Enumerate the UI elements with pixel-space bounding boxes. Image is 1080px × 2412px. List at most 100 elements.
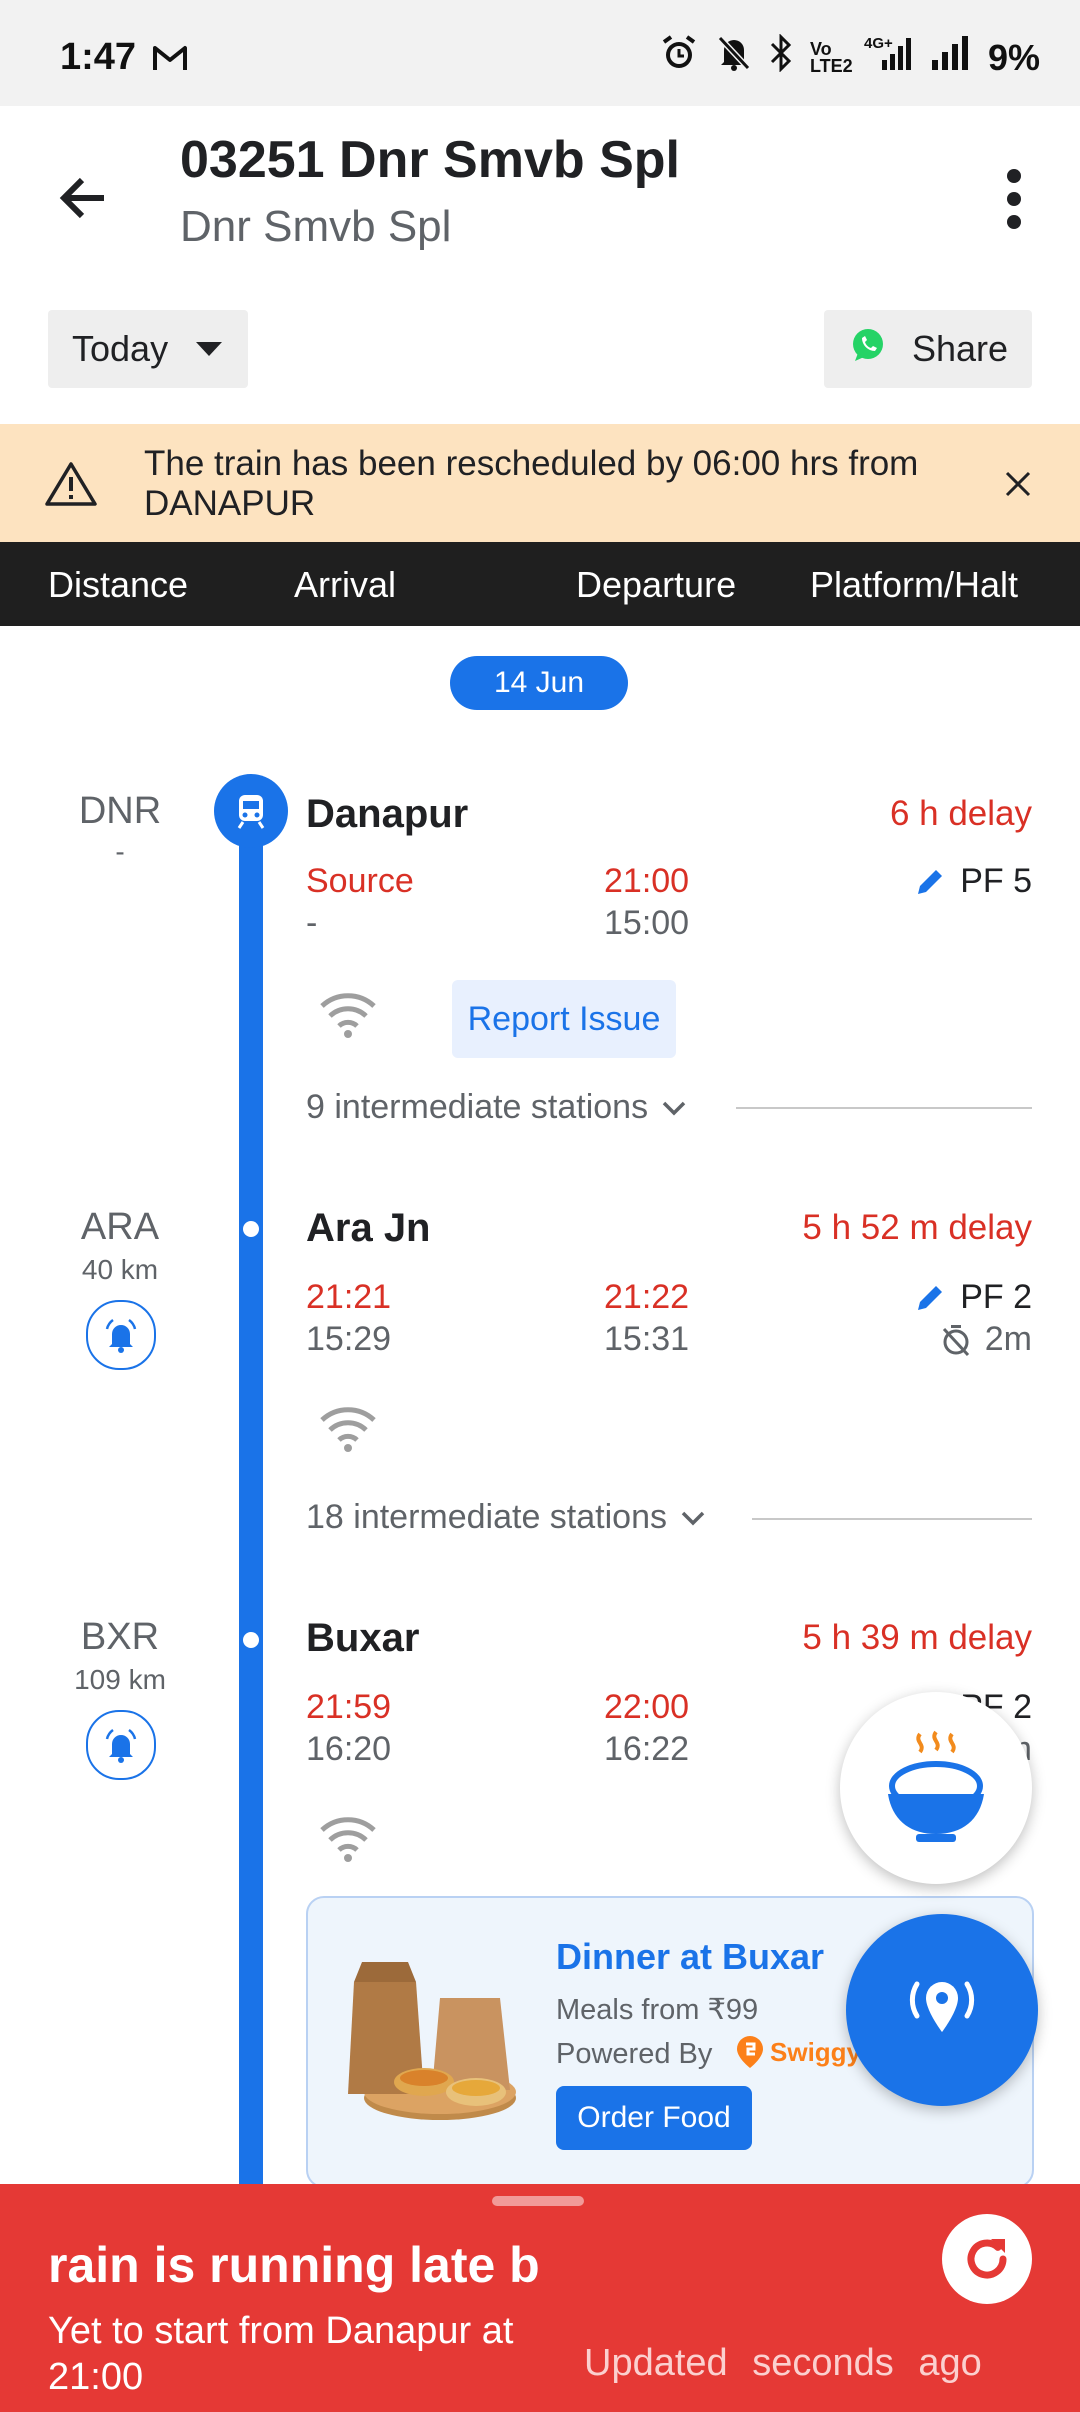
departure-scheduled: 15:31 (604, 1320, 690, 1358)
share-button[interactable]: Share (824, 310, 1032, 388)
bell-icon (105, 1318, 137, 1353)
departure-scheduled: 16:22 (604, 1730, 690, 1768)
report-issue-button[interactable]: Report Issue (452, 980, 676, 1058)
intermediate-label: 18 intermediate stations (306, 1498, 667, 1536)
gmail-icon (152, 44, 188, 77)
dropdown-arrow-icon (196, 342, 223, 356)
reschedule-alert: The train has been rescheduled by 06:00 … (0, 424, 1080, 542)
station-alert-bell[interactable] (86, 1300, 156, 1370)
station-name[interactable]: Danapur (306, 792, 468, 837)
clock: 1:47 (60, 36, 137, 78)
timer-off-icon (942, 1324, 969, 1356)
station-distance: 109 km (74, 1664, 166, 1695)
order-food-button[interactable]: Order Food (556, 2086, 752, 2150)
intermediate-stations-toggle[interactable]: 9 intermediate stations (306, 1088, 688, 1127)
powered-by-label: Powered By (556, 2038, 713, 2070)
halt-info: 2m (941, 1320, 1032, 1359)
delay-text: 5 h 39 m delay (802, 1618, 1032, 1657)
delay-text: 6 h delay (889, 794, 1032, 833)
intermediate-label: 9 intermediate stations (306, 1088, 649, 1126)
train-title: 03251 Dnr Smvb Spl (180, 131, 680, 189)
date-selector[interactable]: Today (48, 310, 248, 388)
platform-number: PF 2 (960, 1278, 1032, 1316)
close-icon[interactable] (1004, 470, 1032, 503)
chevron-down-icon (662, 1101, 686, 1115)
wifi-icon (318, 1404, 378, 1457)
battery-level: 9% (987, 36, 1040, 78)
departure-actual: 22:00 (604, 1688, 690, 1726)
station-name[interactable]: Buxar (306, 1616, 419, 1661)
whatsapp-icon (848, 325, 888, 374)
departure-actual: 21:00 (604, 862, 690, 900)
station-distance: - (115, 836, 125, 867)
app-bar: 03251 Dnr Smvb Spl Dnr Smvb Spl (0, 106, 1080, 306)
date-selector-label: Today (72, 328, 169, 369)
location-broadcast-icon (909, 1981, 975, 2032)
platform-info[interactable]: PF 2 (914, 1278, 1032, 1317)
status-detail: Yet to start from Danapur at 21:00 (48, 2310, 514, 2398)
meals-price: Meals from ₹99 (556, 1994, 759, 2026)
timeline-dot (243, 1221, 259, 1237)
station-code: BXR (80, 1616, 160, 1658)
arrival-actual: Source (306, 862, 414, 900)
food-fab[interactable] (840, 1692, 1032, 1884)
arrival-actual: 21:59 (306, 1688, 392, 1726)
station-name[interactable]: Ara Jn (306, 1206, 431, 1251)
platform-info[interactable]: PF 5 (914, 862, 1032, 901)
wifi-icon (318, 990, 378, 1043)
more-options-icon[interactable] (1000, 164, 1028, 239)
delay-text: 5 h 52 m delay (802, 1208, 1032, 1247)
swiggy-logo: Swiggy (734, 2034, 861, 2070)
signal-icon (930, 34, 970, 81)
refresh-button[interactable] (942, 2214, 1032, 2304)
refresh-icon (967, 2239, 1007, 2279)
platform-number: PF 5 (960, 862, 1032, 900)
train-subtitle: Dnr Smvb Spl (180, 202, 452, 251)
edit-pencil-icon (918, 869, 943, 894)
departure-actual: 21:22 (604, 1278, 690, 1316)
volte-icon: Vo LTE2 (809, 38, 853, 76)
swiggy-icon (737, 2036, 763, 2068)
share-label: Share (912, 328, 1009, 369)
status-bar: 1:47 Vo LTE2 4G+ 9% (0, 0, 1080, 106)
food-image (344, 1958, 520, 2133)
alert-message: The train has been rescheduled by 06:00 … (144, 444, 919, 523)
edit-pencil-icon (918, 1285, 943, 1310)
arrival-actual: 21:21 (306, 1278, 392, 1316)
arrival-scheduled: - (306, 904, 318, 942)
bell-off-icon (716, 34, 752, 81)
intermediate-stations-toggle[interactable]: 18 intermediate stations (306, 1498, 707, 1537)
warning-icon (44, 460, 98, 513)
bell-icon (105, 1728, 137, 1763)
bluetooth-icon (770, 33, 792, 81)
status-icons: Vo LTE2 4G+ 9% (660, 33, 1040, 81)
station-code: ARA (80, 1206, 160, 1248)
live-status-sheet[interactable]: rain is running late b Yet to start from… (0, 2184, 1080, 2412)
chevron-down-icon (681, 1511, 705, 1525)
arrival-scheduled: 16:20 (306, 1730, 392, 1768)
running-status-marquee: rain is running late b (48, 2237, 540, 2293)
swiggy-brand: Swiggy (770, 2036, 862, 2067)
back-arrow-icon[interactable] (54, 168, 114, 233)
date-pill: 14 Jun (450, 656, 628, 710)
drag-handle[interactable] (492, 2196, 584, 2206)
timeline-dot (243, 1632, 259, 1648)
timeline-track (239, 812, 263, 2192)
departure-scheduled: 15:00 (604, 904, 690, 942)
food-card-title: Dinner at Buxar (556, 1936, 825, 1977)
column-distance: Distance (48, 564, 189, 605)
train-source-icon (214, 774, 288, 848)
station-distance: 40 km (81, 1254, 159, 1285)
alarm-icon (660, 34, 698, 81)
wifi-icon (318, 1814, 378, 1867)
updated-time: Updated seconds ago (584, 2342, 982, 2384)
food-bowl-icon (888, 1730, 984, 1842)
svg-text:4G+: 4G+ (864, 35, 893, 52)
station-alert-bell[interactable] (86, 1710, 156, 1780)
live-location-fab[interactable] (846, 1914, 1038, 2106)
column-departure: Departure (576, 564, 737, 605)
divider (752, 1518, 1032, 1520)
column-arrival: Arrival (294, 564, 397, 605)
halt-duration: 2m (984, 1320, 1032, 1358)
divider (736, 1107, 1032, 1109)
